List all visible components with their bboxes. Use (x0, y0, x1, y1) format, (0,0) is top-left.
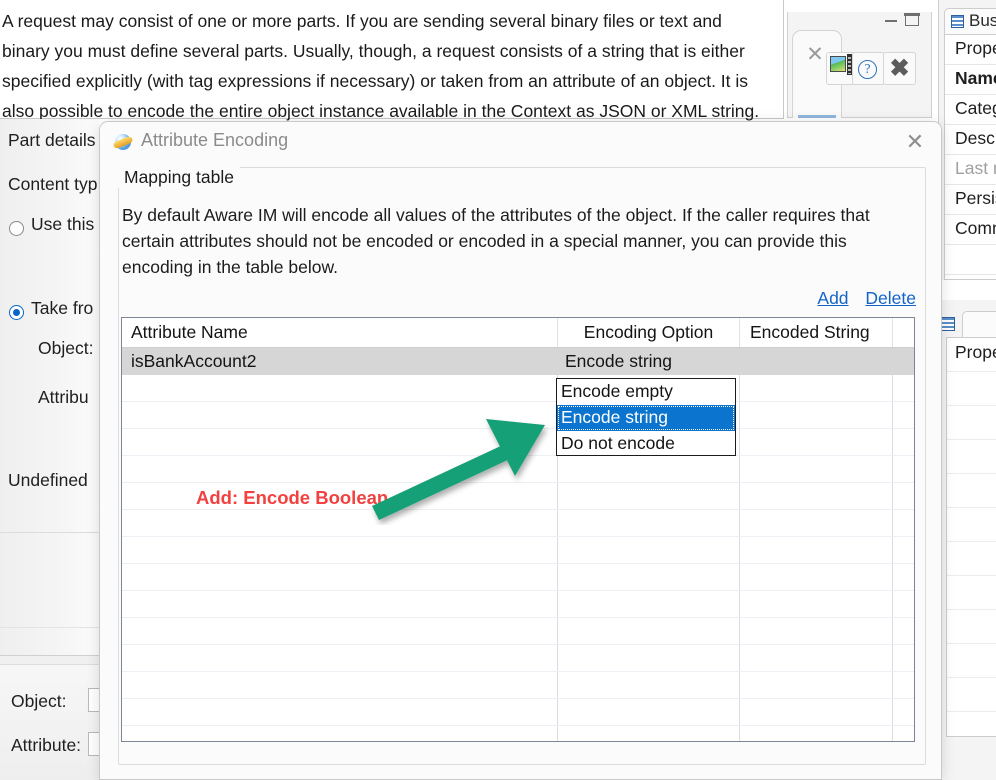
minimize-icon[interactable] (885, 20, 897, 22)
table-icon (940, 317, 955, 331)
take-from-radio[interactable] (9, 305, 24, 320)
object-label: Object: (38, 338, 94, 358)
encoding-option-dropdown[interactable]: Encode empty Encode string Do not encode (556, 378, 736, 456)
dock-row: Prope (947, 338, 996, 372)
right-dock-body: Prope Name Categ Descri Last m Persist C… (944, 34, 996, 280)
dock-row (947, 542, 996, 576)
column-header-spacer (892, 318, 914, 347)
dock-row: Comn (945, 215, 996, 245)
bottom-panel-inner (0, 664, 99, 780)
table-row[interactable] (122, 618, 914, 645)
tab-active-underline (798, 115, 836, 118)
green-arrow-pointer (372, 419, 545, 520)
dock-row (947, 678, 996, 712)
bottom-attribute-label: Attribute: (11, 735, 82, 755)
dock-row (947, 644, 996, 678)
table-icon (951, 15, 964, 28)
close-icon-bold[interactable]: ✖ (889, 57, 910, 81)
right-dock-body-2: Prope (946, 337, 996, 737)
table-header-row: Attribute Name Encoding Option Encoded S… (122, 318, 914, 348)
mapping-table[interactable]: Attribute Name Encoding Option Encoded S… (121, 317, 915, 742)
close-icon[interactable]: ✕ (903, 130, 927, 154)
dialog-description: By default Aware IM will encode all valu… (122, 205, 870, 277)
attribute-label: Attribu (38, 387, 89, 407)
business-object-tab-label: Busin (969, 11, 996, 30)
table-row[interactable]: isBankAccount2 Encode string (122, 348, 914, 375)
part-details-label: Part details (8, 130, 96, 150)
dock-row (947, 508, 996, 542)
dropdown-option-do-not-encode[interactable]: Do not encode (557, 431, 735, 457)
panel-divider-2 (0, 627, 99, 628)
help-icon[interactable]: ? (858, 60, 877, 79)
aware-im-icon (112, 133, 134, 151)
table-row[interactable] (122, 699, 914, 726)
dock-row (947, 372, 996, 406)
table-action-links: Add Delete (805, 288, 916, 309)
add-link[interactable]: Add (817, 288, 848, 308)
properties-tab[interactable] (962, 311, 996, 337)
content-type-label: Content typ (8, 174, 98, 194)
table-row[interactable] (122, 645, 914, 672)
table-row[interactable] (122, 591, 914, 618)
column-header-encoding-option[interactable]: Encoding Option (557, 318, 739, 347)
dock-row (947, 406, 996, 440)
background-left-panel: Part details Content typ Use this Take f… (0, 119, 99, 655)
dialog-title: Attribute Encoding (141, 130, 289, 150)
bottom-object-label: Object: (11, 691, 67, 711)
table-row[interactable] (122, 672, 914, 699)
table-row[interactable] (122, 564, 914, 591)
dock-row: Descri (945, 125, 996, 155)
cell-encoding-option[interactable]: Encode string (565, 348, 672, 374)
dialog-title-bar[interactable]: Attribute Encoding ✕ (100, 122, 941, 160)
dropdown-option-encode-string[interactable]: Encode string (557, 405, 735, 431)
dropdown-option-encode-empty[interactable]: Encode empty (557, 379, 735, 405)
take-from-label: Take fro (31, 298, 94, 318)
undefined-label: Undefined (8, 470, 88, 490)
dock-row (947, 474, 996, 508)
dock-row: Prope (945, 35, 996, 65)
business-object-tab[interactable]: Busin (944, 8, 996, 34)
cell-attribute-name[interactable]: isBankAccount2 (131, 348, 257, 374)
background-document-text: A request may consist of one or more par… (0, 0, 784, 121)
dock-row (947, 440, 996, 474)
screenshot-root: A request may consist of one or more par… (0, 0, 996, 780)
image-icon (830, 54, 852, 76)
dock-row: Categ (945, 95, 996, 125)
use-this-label: Use this (31, 214, 95, 234)
dock-row (947, 610, 996, 644)
panel-divider (0, 532, 99, 533)
dock-row (945, 245, 996, 275)
dock-row: Persist (945, 185, 996, 215)
column-header-attribute-name[interactable]: Attribute Name (122, 318, 557, 347)
table-row[interactable] (122, 375, 914, 402)
use-this-radio[interactable] (9, 221, 24, 236)
column-header-encoded-string[interactable]: Encoded String (739, 318, 892, 347)
dock-row: Last m (945, 155, 996, 185)
document-paragraph: A request may consist of one or more par… (2, 11, 760, 121)
table-row[interactable] (122, 537, 914, 564)
dock-row: Name (945, 65, 996, 95)
close-icon[interactable]: ✕ (805, 44, 825, 65)
background-bottom-panel: Object: Attribute: (0, 655, 102, 780)
dock-row (947, 576, 996, 610)
mapping-table-legend: Mapping table (118, 167, 240, 188)
maximize-icon[interactable] (904, 13, 920, 26)
delete-link[interactable]: Delete (865, 288, 916, 308)
